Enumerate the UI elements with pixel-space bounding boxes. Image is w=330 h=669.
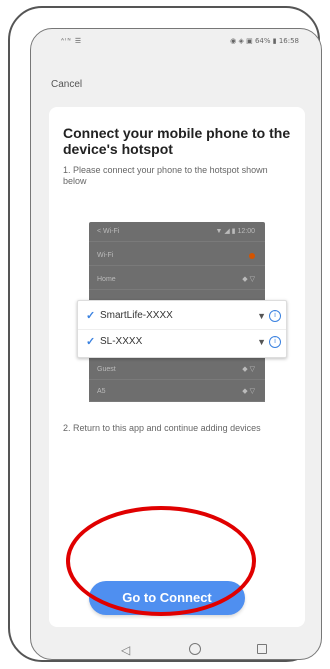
wifi-list-row: Wi-Fi bbox=[89, 246, 265, 266]
recent-apps-icon[interactable] bbox=[257, 644, 267, 654]
status-dot-icon bbox=[249, 253, 255, 259]
wifi-signal-icon: ◆ ▽ bbox=[242, 276, 255, 283]
hotspot-name: SmartLife-XXXX bbox=[100, 310, 173, 321]
wifi-list-header-label: < Wi-Fi bbox=[97, 228, 120, 235]
check-icon: ✓ bbox=[86, 336, 96, 348]
home-icon[interactable] bbox=[189, 643, 201, 655]
wifi-list-row-label: A5 bbox=[97, 388, 106, 395]
wifi-icon: ▼ bbox=[257, 337, 266, 347]
system-nav-bar: ◁ bbox=[51, 641, 301, 659]
page-title: Connect your mobile phone to the device'… bbox=[63, 125, 291, 157]
wifi-list-row: Guest ◆ ▽ bbox=[89, 360, 265, 380]
wifi-list-header: < Wi-Fi ▼ ◢ ▮ 12:00 bbox=[89, 222, 265, 242]
info-icon: i bbox=[269, 310, 281, 322]
highlight-ellipse bbox=[66, 506, 256, 616]
wifi-list-row-label: Wi-Fi bbox=[97, 252, 114, 259]
step-2-text: 2. Return to this app and continue addin… bbox=[63, 423, 261, 433]
wifi-list-header-icons: ▼ ◢ ▮ 12:00 bbox=[215, 228, 255, 235]
status-left: ᴬᴵᴺ ☰ bbox=[61, 37, 83, 45]
hotspot-highlight-list: ✓ SmartLife-XXXX ▼ i ✓ SL-XXXX ▼ i bbox=[77, 300, 287, 358]
wifi-list-row-label: Home bbox=[97, 276, 116, 283]
check-icon: ✓ bbox=[86, 310, 96, 322]
status-bar: ᴬᴵᴺ ☰ ◉ ◈ ▣ 64% ▮ 16:58 bbox=[31, 29, 321, 51]
wifi-signal-icon: ◆ ▽ bbox=[242, 366, 255, 373]
wifi-list-row: Home ◆ ▽ bbox=[89, 270, 265, 290]
wifi-list-row: A5 ◆ ▽ bbox=[89, 382, 265, 402]
info-icon: i bbox=[269, 336, 281, 348]
wifi-icon: ▼ bbox=[257, 311, 266, 321]
hotspot-name: SL-XXXX bbox=[100, 336, 143, 347]
hotspot-row: ✓ SL-XXXX ▼ i bbox=[78, 329, 286, 355]
cancel-button[interactable]: Cancel bbox=[51, 79, 82, 90]
back-icon[interactable]: ◁ bbox=[121, 643, 130, 657]
step-1-text: 1. Please connect your phone to the hots… bbox=[63, 165, 268, 186]
status-right: ◉ ◈ ▣ 64% ▮ 16:58 bbox=[230, 37, 299, 45]
wifi-list-row-label: Guest bbox=[97, 366, 116, 373]
hotspot-row: ✓ SmartLife-XXXX ▼ i bbox=[78, 303, 286, 330]
wifi-signal-icon: ◆ ▽ bbox=[242, 388, 255, 395]
